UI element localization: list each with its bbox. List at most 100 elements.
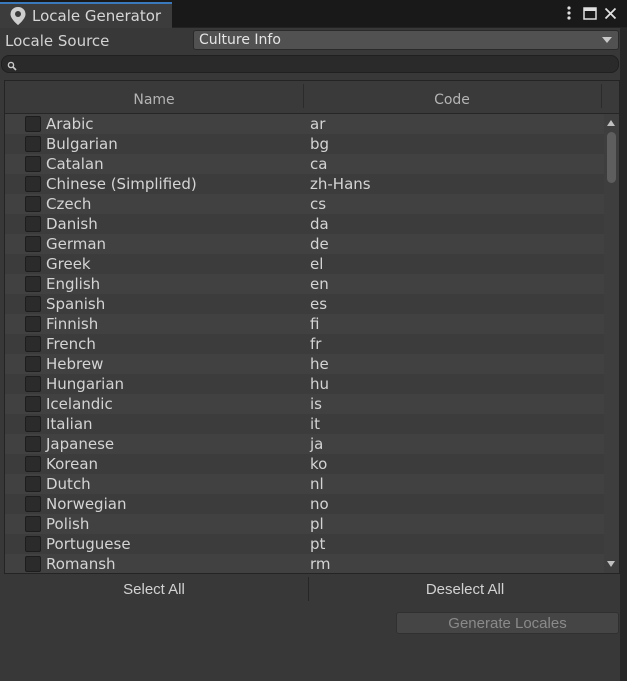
row-checkbox[interactable] [25,336,41,352]
locale-name: Bulgarian [46,135,118,153]
column-divider[interactable] [601,84,602,108]
locale-name: Italian [46,415,93,433]
window-titlebar: Locale Generator [0,0,627,28]
table-row[interactable]: Polish pl [5,514,604,534]
row-checkbox[interactable] [25,256,41,272]
locale-source-dropdown[interactable]: Culture Info [193,30,619,50]
table-row[interactable]: Finnish fi [5,314,604,334]
locale-code: fi [310,315,320,333]
table-row[interactable]: Norwegian no [5,494,604,514]
locale-name: Finnish [46,315,99,333]
kebab-menu-icon[interactable] [562,4,576,22]
row-checkbox[interactable] [25,376,41,392]
row-checkbox[interactable] [25,456,41,472]
row-checkbox[interactable] [25,236,41,252]
locale-name: Danish [46,215,98,233]
search-input[interactable] [20,56,610,72]
locale-code: hu [310,375,330,393]
table-row[interactable]: Czech cs [5,194,604,214]
row-checkbox[interactable] [25,276,41,292]
locale-name: Czech [46,195,92,213]
row-checkbox[interactable] [25,316,41,332]
deselect-all-button[interactable]: Deselect All [310,577,620,601]
locale-source-row: Locale Source Culture Info [0,28,627,53]
close-icon[interactable] [602,4,618,22]
scroll-down-arrow-icon[interactable] [607,561,615,567]
select-all-button[interactable]: Select All [0,577,309,601]
row-checkbox[interactable] [25,536,41,552]
table-row[interactable]: Hebrew he [5,354,604,374]
selection-buttons: Select All Deselect All [0,577,620,601]
table-row[interactable]: Romansh rm [5,554,604,573]
locale-name: Portuguese [46,535,131,553]
row-checkbox[interactable] [25,476,41,492]
locale-source-value: Culture Info [199,32,281,48]
table-row[interactable]: German de [5,234,604,254]
row-checkbox[interactable] [25,436,41,452]
table-row[interactable]: Chinese (Simplified) zh-Hans [5,174,604,194]
scroll-up-arrow-icon[interactable] [607,120,615,126]
table-header: Name Code [5,81,619,114]
generate-locales-button[interactable]: Generate Locales [396,612,619,634]
locale-name: Korean [46,455,99,473]
locale-name: Hungarian [46,375,125,393]
row-checkbox[interactable] [25,136,41,152]
table-row[interactable]: Icelandic is [5,394,604,414]
table-row[interactable]: Hungarian hu [5,374,604,394]
column-header-name[interactable]: Name [5,92,303,108]
locale-code: ko [310,455,328,473]
locale-code: is [310,395,322,413]
table-row[interactable]: French fr [5,334,604,354]
window-title: Locale Generator [32,7,162,25]
locale-name: English [46,275,101,293]
locale-table: Name Code Arabic ar Bulgarian bg Catalan ca Ch… [4,80,620,574]
locale-name: German [46,235,107,253]
row-checkbox[interactable] [25,296,41,312]
table-row[interactable]: Bulgarian bg [5,134,604,154]
column-header-code[interactable]: Code [303,92,601,108]
row-checkbox[interactable] [25,196,41,212]
row-checkbox[interactable] [25,516,41,532]
row-checkbox[interactable] [25,116,41,132]
locale-name: Japanese [46,435,115,453]
table-row[interactable]: Danish da [5,214,604,234]
locale-code: ja [310,435,324,453]
table-row[interactable]: Arabic ar [5,114,604,134]
locale-code: zh-Hans [310,175,371,193]
locale-code: rm [310,555,331,573]
locale-name: Chinese (Simplified) [46,175,197,193]
table-row[interactable]: English en [5,274,604,294]
row-checkbox[interactable] [25,356,41,372]
window-tab[interactable]: Locale Generator [0,2,172,28]
table-row[interactable]: Spanish es [5,294,604,314]
table-row[interactable]: Dutch nl [5,474,604,494]
table-row[interactable]: Korean ko [5,454,604,474]
table-row[interactable]: Catalan ca [5,154,604,174]
locale-code: cs [310,195,327,213]
table-row[interactable]: Greek el [5,254,604,274]
locale-source-label: Locale Source [5,32,110,50]
locale-name: Romansh [46,555,116,573]
row-checkbox[interactable] [25,176,41,192]
row-checkbox[interactable] [25,396,41,412]
locale-name: Norwegian [46,495,127,513]
locale-name: Polish [46,515,90,533]
row-checkbox[interactable] [25,556,41,572]
search-field[interactable] [1,55,619,73]
locale-name: Dutch [46,475,91,493]
maximize-icon[interactable] [582,4,598,22]
search-icon [7,59,17,71]
locale-code: de [310,235,329,253]
vertical-scrollbar[interactable] [604,114,619,573]
map-pin-icon [9,6,27,26]
row-checkbox[interactable] [25,496,41,512]
locale-code: fr [310,335,322,353]
row-checkbox[interactable] [25,156,41,172]
table-row[interactable]: Italian it [5,414,604,434]
table-row[interactable]: Portuguese pt [5,534,604,554]
scrollbar-thumb[interactable] [607,132,616,183]
table-row[interactable]: Japanese ja [5,434,604,454]
row-checkbox[interactable] [25,216,41,232]
locale-code: pl [310,515,324,533]
row-checkbox[interactable] [25,416,41,432]
